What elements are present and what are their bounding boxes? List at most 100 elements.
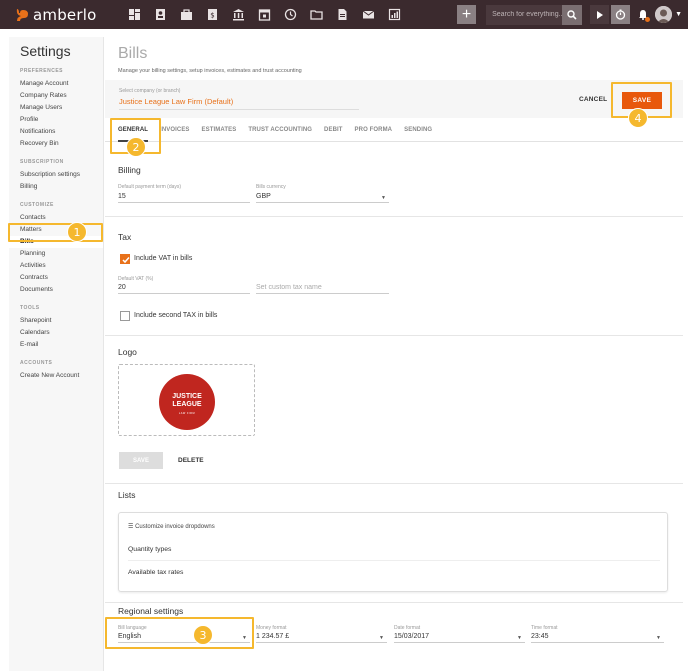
bills-currency-select[interactable]: GBP ▼ [256,193,389,203]
custom-tax-name-input[interactable]: Set custom tax name [256,284,389,294]
tab-sending[interactable]: SENDING [404,118,432,142]
tab-estimates[interactable]: ESTIMATES [202,118,237,142]
sidebar-item-create-new-account[interactable]: Create New Account [9,370,103,382]
sidebar-item-e-mail[interactable]: E-mail [9,339,103,351]
time-format-value: 23:45 [531,633,549,640]
list-icon: ☰ [128,524,134,530]
sidebar-item-calendars[interactable]: Calendars [9,327,103,339]
sidebar-item-contracts[interactable]: Contracts [9,272,103,284]
include-second-tax-checkbox[interactable] [120,311,130,321]
sidebar-item-planning[interactable]: Planning [9,248,103,260]
logo-text-line1: JUSTICE [172,393,202,400]
company-select[interactable]: Justice League Law Firm (Default) [119,97,359,110]
sidebar-item-sharepoint[interactable]: Sharepoint [9,315,103,327]
company-selector-bar: Select company (or branch) Justice Leagu… [105,80,683,118]
bills-icon[interactable]: $ [199,0,225,29]
tax-section: Tax Include VAT in bills Default VAT (%)… [105,217,683,336]
sidebar-item-subscription-settings[interactable]: Subscription settings [9,169,103,181]
chevron-down-icon: ▼ [517,635,522,641]
mail-icon[interactable] [355,0,381,29]
user-menu-caret-icon[interactable]: ▼ [675,11,682,18]
money-format-select[interactable]: 1 234.57 £ ▼ [256,633,387,643]
global-search-input[interactable] [486,4,563,25]
money-format-value: 1 234.57 £ [256,633,290,640]
logo-text-line3: LAW FIRM [178,412,196,415]
money-format-label: Money format [256,625,287,631]
notification-dot [645,17,651,22]
play-icon [596,10,603,19]
checkmark-icon [122,257,130,264]
company-logo-image: JUSTICE LEAGUE LAW FIRM [159,374,215,430]
time-format-label: Time format [531,625,558,631]
sidebar-item-documents[interactable]: Documents [9,284,103,296]
documents-icon[interactable] [329,0,355,29]
tab-invoices[interactable]: INVOICES [160,118,189,142]
sidebar-item-activities[interactable]: Activities [9,260,103,272]
settings-tabs: GENERAL INVOICES ESTIMATES TRUST ACCOUNTING… [105,118,683,142]
sidebar-item-company-rates[interactable]: Company Rates [9,90,103,102]
topbar-actions: + ▼ [457,0,688,29]
logo-section: Logo JUSTICE LEAGUE LAW FIRM SAVE DELETE [105,336,683,484]
date-format-label: Date format [394,625,421,631]
lists-card: ☰ Customize invoice dropdowns Quantity t… [118,512,668,592]
chevron-down-icon: ▼ [656,635,661,641]
sidebar-title: Settings [20,43,71,59]
tab-trust-accounting[interactable]: TRUST ACCOUNTING [248,118,312,142]
logo-delete-button[interactable]: DELETE [178,457,204,464]
sidebar-section-preferences: PREFERENCES [20,68,64,74]
tab-pro-forma[interactable]: PRO FORMA [355,118,393,142]
main-content: Bills Manage your billing settings, setu… [105,37,683,671]
list-item-quantity-types[interactable]: Quantity types [128,538,660,553]
customize-dropdowns-header: ☰ Customize invoice dropdowns [128,523,215,530]
logo-save-button[interactable]: SAVE [119,452,163,469]
sidebar-item-billing[interactable]: Billing [9,181,103,193]
module-navigation: $ [121,0,407,29]
search-button[interactable] [562,4,583,25]
list-item-available-tax-rates[interactable]: Available tax rates [128,560,660,576]
chevron-down-icon: ▼ [381,195,386,201]
timer-play-button[interactable] [590,5,610,24]
user-photo-icon [655,6,673,23]
lists-section: Lists ☰ Customize invoice dropdowns Quan… [105,484,683,603]
tax-title: Tax [118,232,132,242]
history-icon[interactable] [277,0,303,29]
page-title: Bills [118,45,148,62]
payment-term-input[interactable]: 15 [118,193,250,203]
lists-title: Lists [118,490,136,500]
date-format-select[interactable]: 15/03/2017 ▼ [394,633,525,643]
logo-upload-area[interactable]: JUSTICE LEAGUE LAW FIRM [118,364,255,436]
date-format-value: 15/03/2017 [394,633,430,640]
tab-debit[interactable]: DEBIT [324,118,343,142]
sidebar-item-profile[interactable]: Profile [9,114,103,126]
time-format-select[interactable]: 23:45 ▼ [531,633,664,643]
reports-icon[interactable] [381,0,407,29]
calendar-icon[interactable] [251,0,277,29]
sidebar-item-recovery-bin[interactable]: Recovery Bin [9,138,103,150]
include-second-tax-label: Include second TAX in bills [134,312,218,319]
bank-icon[interactable] [225,0,251,29]
default-vat-input[interactable]: 20 [118,284,250,294]
sidebar-item-notifications[interactable]: Notifications [9,126,103,138]
dashboard-icon[interactable] [121,0,147,29]
matters-icon[interactable] [173,0,199,29]
user-avatar[interactable] [655,6,673,23]
annotation-badge-3: 3 [193,625,213,645]
page-subtitle: Manage your billing settings, setup invo… [118,68,302,74]
annotation-badge-4: 4 [628,108,648,128]
stopwatch-button[interactable] [611,5,631,24]
amberlo-logo-icon [16,8,28,21]
sidebar-section-accounts: ACCOUNTS [20,360,53,366]
annotation-highlight-bills [8,223,103,242]
sidebar-item-manage-users[interactable]: Manage Users [9,102,103,114]
folder-icon[interactable] [303,0,329,29]
company-select-label: Select company (or branch) [119,88,181,94]
add-new-button[interactable]: + [457,5,477,24]
notifications-button[interactable] [635,5,651,24]
brand-name: amberlo [33,5,97,24]
include-vat-checkbox[interactable] [120,254,130,264]
amberlo-logo[interactable]: amberlo [14,6,96,24]
sidebar-item-manage-account[interactable]: Manage Account [9,78,103,90]
logo-title: Logo [118,347,137,357]
contacts-icon[interactable] [147,0,173,29]
cancel-button[interactable]: CANCEL [579,96,607,103]
